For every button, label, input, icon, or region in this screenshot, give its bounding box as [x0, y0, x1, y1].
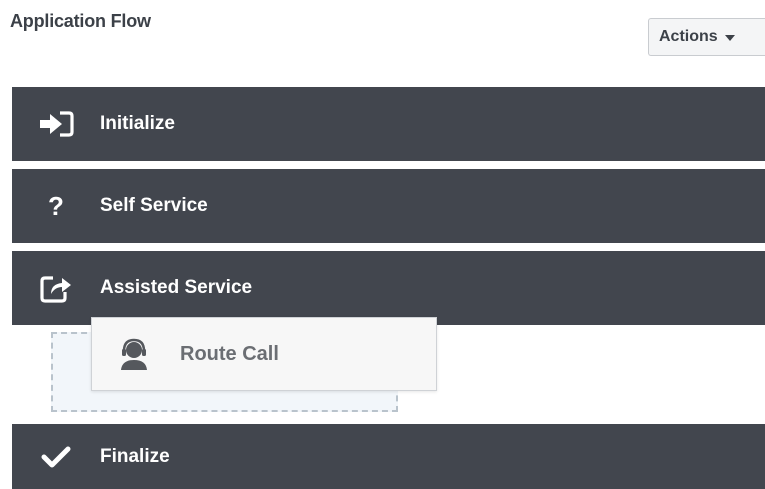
phase-label: Self Service: [100, 195, 208, 216]
application-flow-page: Application Flow Actions Initialize ? Se…: [0, 0, 765, 489]
block-label: Route Call: [180, 342, 279, 365]
caret-down-icon: [724, 35, 735, 41]
phase-assisted-service[interactable]: Assisted Service: [12, 251, 765, 325]
route-call-block[interactable]: Route Call: [91, 317, 437, 391]
phase-label: Finalize: [100, 445, 170, 467]
phase-label: Assisted Service: [100, 277, 253, 298]
headset-agent-icon: [114, 334, 154, 374]
actions-label: Actions: [659, 28, 718, 45]
actions-dropdown-button[interactable]: Actions: [648, 18, 765, 56]
page-title: Application Flow: [10, 11, 151, 31]
question-icon: ?: [48, 190, 64, 221]
checkmark-icon: [34, 437, 78, 477]
phase-label: Initialize: [100, 113, 175, 134]
phase-self-service[interactable]: ? Self Service: [12, 169, 765, 243]
sign-in-icon: [34, 104, 78, 144]
share-square-icon: [34, 268, 78, 308]
phase-finalize[interactable]: Finalize: [12, 424, 765, 489]
phase-initialize[interactable]: Initialize: [12, 87, 765, 161]
